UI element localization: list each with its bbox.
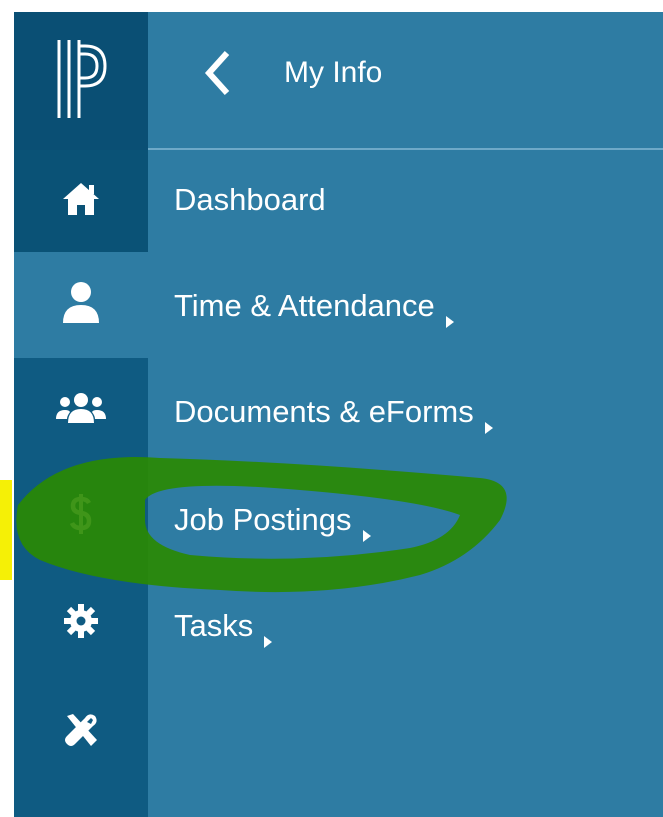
my-info-navigation-panel: My Info Dashboard Time & Attendance Docu… [14, 12, 663, 817]
rail-finance[interactable] [14, 462, 148, 570]
page-title: My Info [284, 56, 383, 89]
menu-item-tasks[interactable]: Tasks [174, 606, 273, 648]
home-icon [61, 181, 101, 222]
menu-item-label: Tasks [174, 608, 254, 643]
caret-right-icon [263, 619, 273, 648]
caret-right-icon [484, 405, 494, 434]
rail-tools[interactable] [14, 676, 148, 788]
yellow-highlight-mark [0, 480, 12, 580]
users-icon [55, 391, 107, 430]
user-icon [61, 281, 101, 330]
menu-item-job-postings[interactable]: Job Postings [174, 500, 372, 542]
menu-item-dashboard[interactable]: Dashboard [174, 180, 326, 220]
menu-item-label: Job Postings [174, 502, 352, 537]
tools-icon [63, 712, 99, 753]
menu-item-documents-eforms[interactable]: Documents & eForms [174, 392, 494, 434]
icon-rail [14, 12, 148, 817]
rail-people[interactable] [14, 358, 148, 462]
chevron-left-icon [203, 50, 233, 101]
caret-right-icon [445, 299, 455, 328]
rail-home[interactable] [14, 150, 148, 252]
panel-header: My Info [148, 12, 663, 150]
menu-item-label: Dashboard [174, 182, 326, 217]
dollar-icon [69, 493, 93, 539]
gear-icon [64, 603, 98, 643]
menu-item-label: Documents & eForms [174, 394, 474, 429]
powerschool-logo-icon [51, 36, 111, 127]
menu-item-label: Time & Attendance [174, 288, 435, 323]
rail-my-info[interactable] [14, 252, 148, 358]
rail-settings[interactable] [14, 570, 148, 676]
menu-item-time-attendance[interactable]: Time & Attendance [174, 286, 455, 328]
logo-tile[interactable] [14, 12, 148, 150]
caret-right-icon [362, 513, 372, 542]
back-button[interactable] [198, 50, 238, 100]
